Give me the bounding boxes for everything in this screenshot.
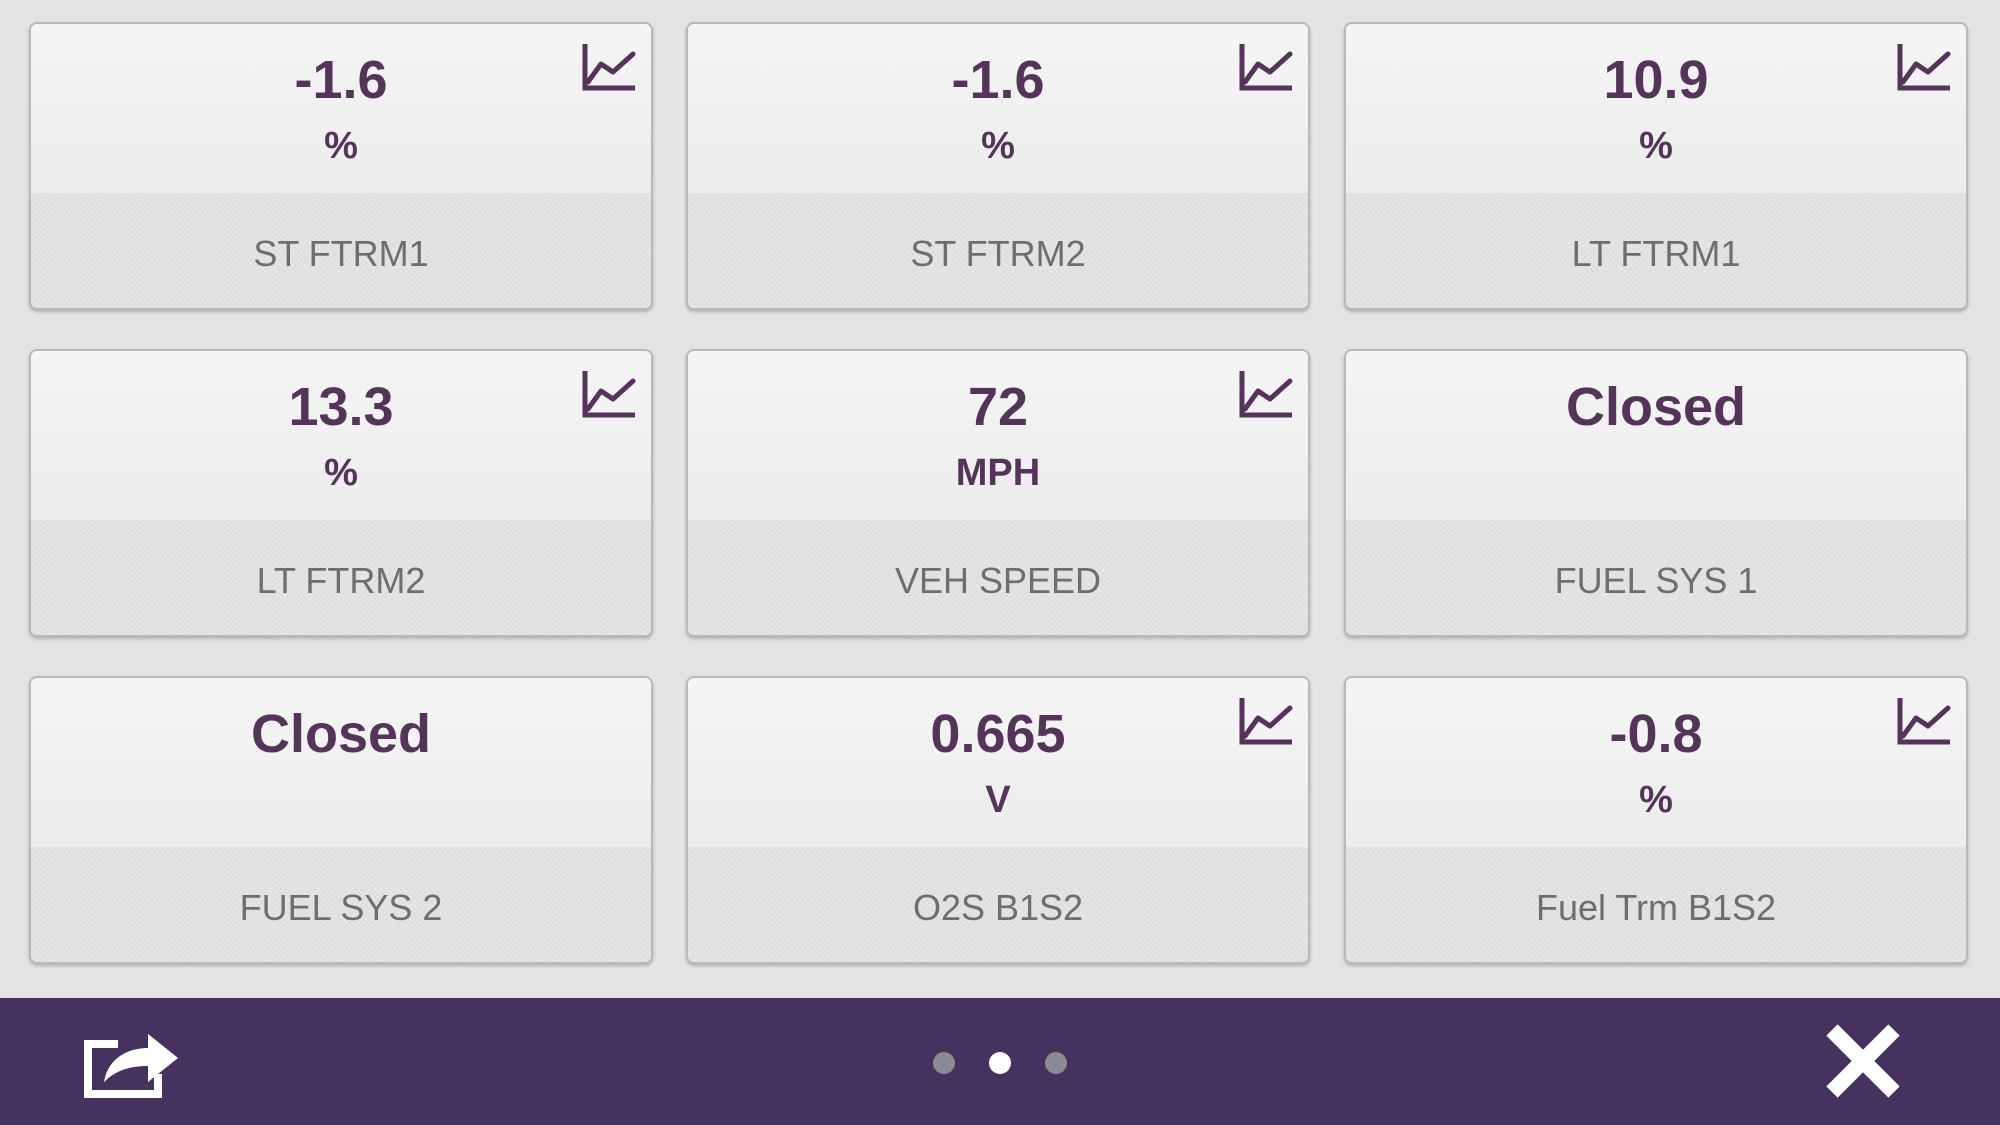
tile-label: FUEL SYS 2 bbox=[239, 887, 443, 928]
tile-value-area: 13.3 % bbox=[31, 351, 651, 524]
bottom-toolbar bbox=[0, 998, 2000, 1125]
tile-unit: % bbox=[981, 125, 1015, 167]
tile-value-area: 10.9 % bbox=[1346, 24, 1966, 197]
line-chart-icon[interactable] bbox=[581, 369, 637, 421]
tile-value-area: Closed bbox=[1346, 351, 1966, 524]
line-chart-icon[interactable] bbox=[1896, 42, 1952, 94]
tile-label-area: LT FTRM1 bbox=[1346, 193, 1966, 308]
tile-label: ST FTRM2 bbox=[910, 233, 1086, 274]
tile-label-area: FUEL SYS 1 bbox=[1346, 520, 1966, 635]
tile-value-area: -1.6 % bbox=[688, 24, 1308, 197]
tile-value-area: Closed bbox=[31, 678, 651, 851]
page-dot-2-current[interactable] bbox=[989, 1052, 1011, 1074]
tile-label-area: VEH SPEED bbox=[688, 520, 1308, 635]
gauge-tile-fuel-sys-2[interactable]: Closed FUEL SYS 2 bbox=[29, 676, 653, 964]
tile-unit: % bbox=[324, 452, 358, 494]
tile-label: LT FTRM1 bbox=[1571, 233, 1741, 274]
line-chart-icon[interactable] bbox=[1238, 696, 1294, 748]
tile-label-area: FUEL SYS 2 bbox=[31, 847, 651, 962]
gauge-tile-fuel-trm-b1s2[interactable]: -0.8 % Fuel Trm B1S2 bbox=[1344, 676, 1968, 964]
gauge-tile-st-ftrm1[interactable]: -1.6 % ST FTRM1 bbox=[29, 22, 653, 310]
gauge-tile-lt-ftrm2[interactable]: 13.3 % LT FTRM2 bbox=[29, 349, 653, 637]
tile-value: Closed bbox=[1565, 377, 1747, 437]
tile-value: -0.8 bbox=[1609, 704, 1703, 764]
tile-label: ST FTRM1 bbox=[253, 233, 429, 274]
tile-value: -1.6 bbox=[951, 50, 1045, 110]
tile-label-area: ST FTRM1 bbox=[31, 193, 651, 308]
share-icon[interactable] bbox=[84, 1022, 184, 1102]
line-chart-icon[interactable] bbox=[1238, 42, 1294, 94]
tile-value: 10.9 bbox=[1603, 50, 1709, 110]
tile-label-area: Fuel Trm B1S2 bbox=[1346, 847, 1966, 962]
line-chart-icon[interactable] bbox=[1896, 696, 1952, 748]
tile-value: -1.6 bbox=[294, 50, 388, 110]
tile-label: O2S B1S2 bbox=[912, 887, 1084, 928]
line-chart-icon[interactable] bbox=[581, 42, 637, 94]
tile-value-area: 72 MPH bbox=[688, 351, 1308, 524]
tile-unit: % bbox=[324, 125, 358, 167]
gauge-tile-fuel-sys-1[interactable]: Closed FUEL SYS 1 bbox=[1344, 349, 1968, 637]
page-indicator bbox=[930, 1052, 1070, 1076]
tile-unit: % bbox=[1639, 125, 1673, 167]
line-chart-icon[interactable] bbox=[1238, 369, 1294, 421]
tile-label: FUEL SYS 1 bbox=[1554, 560, 1758, 601]
tile-value: 72 bbox=[967, 377, 1029, 437]
tile-label: LT FTRM2 bbox=[256, 560, 426, 601]
tile-unit: MPH bbox=[955, 452, 1041, 494]
gauge-tile-lt-ftrm1[interactable]: 10.9 % LT FTRM1 bbox=[1344, 22, 1968, 310]
tile-label: VEH SPEED bbox=[894, 560, 1102, 601]
tile-value: Closed bbox=[250, 704, 432, 764]
tile-label-area: ST FTRM2 bbox=[688, 193, 1308, 308]
tile-value: 0.665 bbox=[930, 704, 1066, 764]
tile-label: Fuel Trm B1S2 bbox=[1535, 887, 1777, 928]
tile-value: 13.3 bbox=[288, 377, 394, 437]
tile-value-area: -0.8 % bbox=[1346, 678, 1966, 851]
close-icon[interactable] bbox=[1822, 1020, 1904, 1102]
page-dot-1[interactable] bbox=[933, 1052, 955, 1074]
gauge-grid: -1.6 % ST FTRM1 -1.6 % ST FTRM2 10.9 % L… bbox=[0, 0, 2000, 998]
page-dot-3[interactable] bbox=[1045, 1052, 1067, 1074]
tile-unit: V bbox=[985, 779, 1011, 821]
tile-label-area: O2S B1S2 bbox=[688, 847, 1308, 962]
tile-label-area: LT FTRM2 bbox=[31, 520, 651, 635]
gauge-tile-st-ftrm2[interactable]: -1.6 % ST FTRM2 bbox=[686, 22, 1310, 310]
tile-unit: % bbox=[1639, 779, 1673, 821]
tile-value-area: -1.6 % bbox=[31, 24, 651, 197]
tile-value-area: 0.665 V bbox=[688, 678, 1308, 851]
gauge-tile-veh-speed[interactable]: 72 MPH VEH SPEED bbox=[686, 349, 1310, 637]
gauge-tile-o2s-b1s2[interactable]: 0.665 V O2S B1S2 bbox=[686, 676, 1310, 964]
